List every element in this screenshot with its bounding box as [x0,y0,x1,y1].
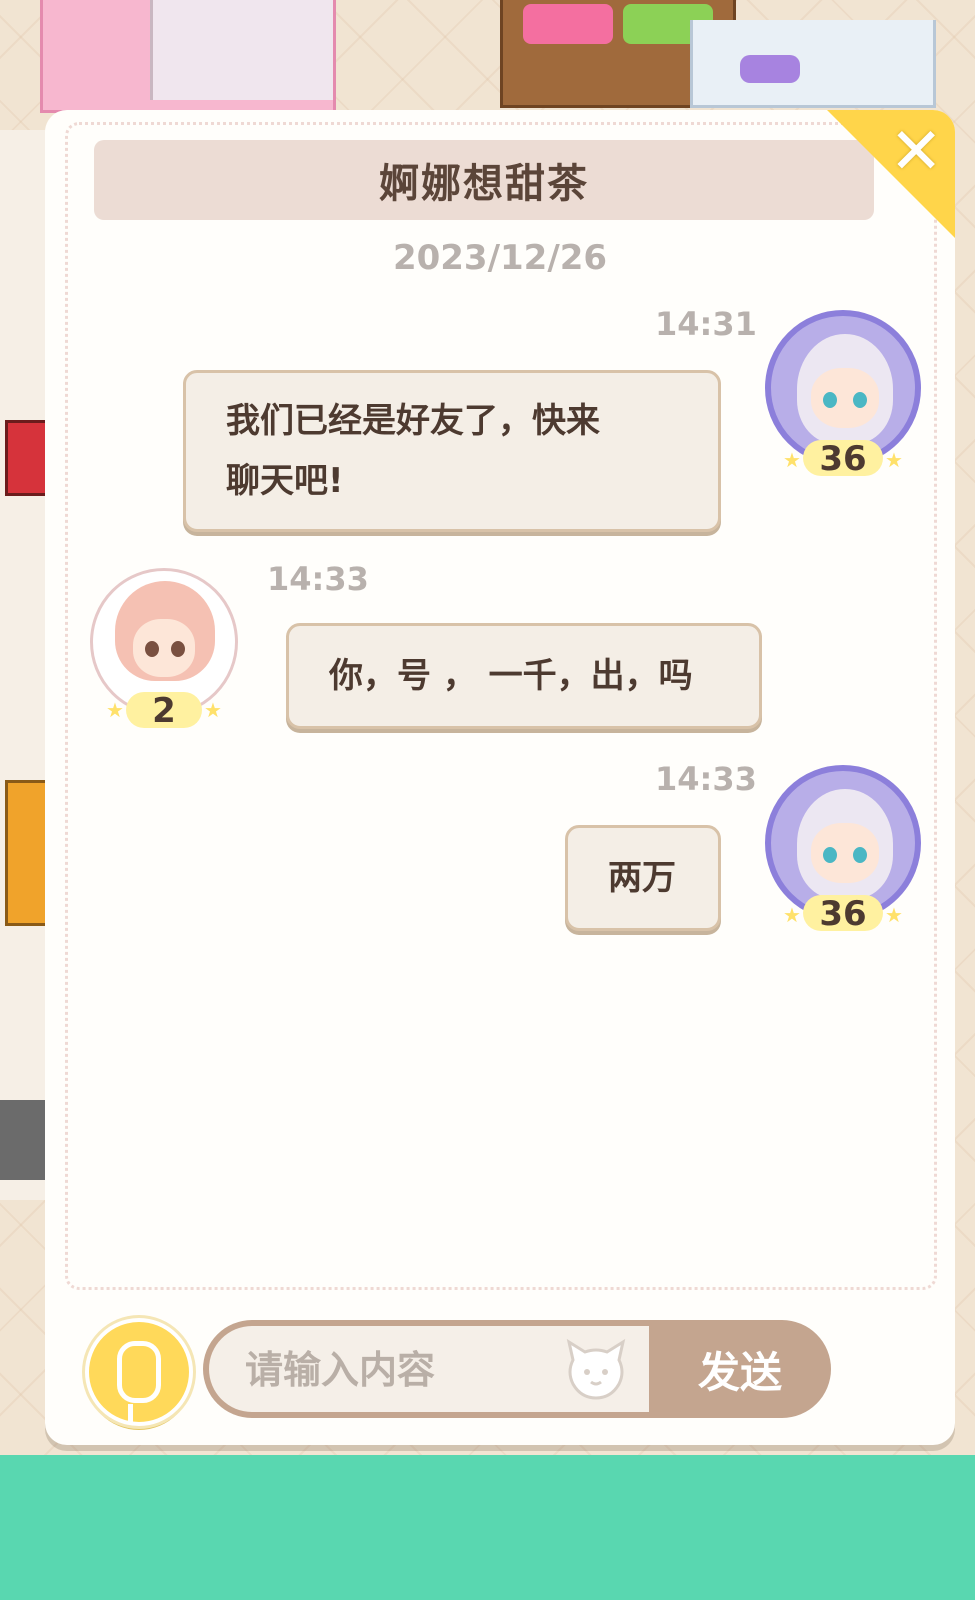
counter [690,20,936,108]
message-text: 两万 [608,858,676,898]
message-bubble: 我们已经是好友了，快来 聊天吧! [183,370,721,532]
message-input[interactable] [243,1326,547,1414]
cabinet [150,0,333,100]
level-badge: 2 [126,692,202,730]
input-bar: 发送 [203,1320,831,1418]
ground [0,1455,975,1600]
message-time: 14:31 [655,305,757,343]
face [811,368,879,428]
face [811,823,879,883]
star-icon: ★ [106,698,124,722]
star-icon: ★ [783,903,801,927]
message-bubble: 两万 [565,825,721,931]
star-icon: ★ [885,903,903,927]
input-box [209,1326,649,1414]
left-wall [0,130,51,1200]
eye [853,392,867,408]
message-bubble: 你，号 ， 一千，出，吗 [286,623,762,729]
chat-date: 2023/12/26 [392,238,608,278]
message-time: 14:33 [267,560,369,598]
send-button[interactable]: 发送 [649,1320,831,1418]
close-icon: ✕ [889,115,943,189]
eye [171,641,185,657]
pink-hair-boy-avatar[interactable]: ★ 2 ★ [90,568,240,733]
silver-hair-girl-avatar[interactable]: ★ 36 ★ [765,765,925,935]
star-icon: ★ [783,448,801,472]
silver-hair-girl-avatar[interactable]: ★ 36 ★ [765,310,925,480]
face [133,619,195,677]
eye [823,847,837,863]
eye [853,847,867,863]
chat-dialog: 婀娜想甜茶 ✕ 2023/12/26 14:31 我们已经是好友了，快来 聊天吧… [45,110,955,1445]
purple-decor [740,55,800,83]
close-button[interactable]: ✕ [827,110,955,240]
voice-button[interactable] [85,1318,193,1426]
message-text: 你，号 ， 一千，出，吗 [329,656,693,696]
eye [823,392,837,408]
star-icon: ★ [204,698,222,722]
cat-sticker-icon[interactable] [565,1338,627,1402]
message-time: 14:33 [655,760,757,798]
chat-title: 婀娜想甜茶 [379,161,589,207]
level-badge: 36 [803,440,883,478]
dark-block [0,1100,45,1180]
title-bar: 婀娜想甜茶 [94,140,874,220]
level-badge: 36 [803,895,883,933]
microphone-icon [117,1341,161,1424]
eye [145,641,159,657]
message-text: 我们已经是好友了，快来 聊天吧! [226,401,600,501]
apples [523,4,613,44]
star-icon: ★ [885,448,903,472]
